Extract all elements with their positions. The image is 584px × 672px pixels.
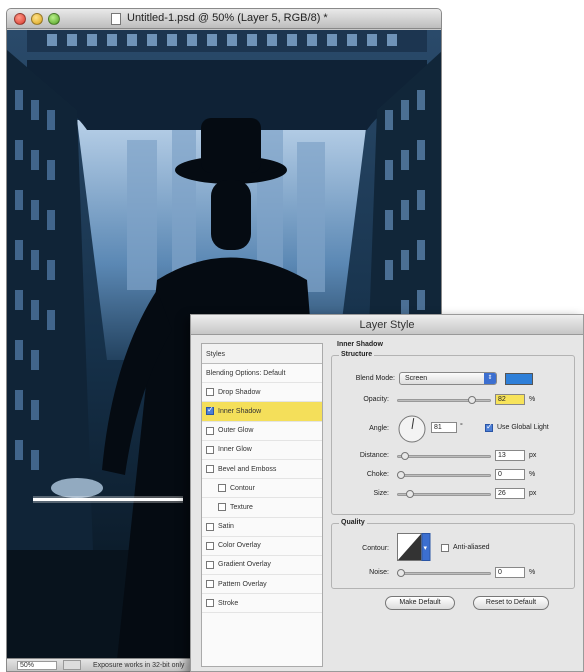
- style-item[interactable]: Color Overlay: [202, 537, 322, 556]
- choke-unit: %: [529, 471, 536, 478]
- document-title: Untitled-1.psd @ 50% (Layer 5, RGB/8) *: [127, 12, 328, 24]
- reset-to-default-button[interactable]: Reset to Default: [473, 596, 549, 610]
- style-item[interactable]: Bevel and Emboss: [202, 460, 322, 480]
- style-checkbox[interactable]: [206, 426, 214, 435]
- use-global-light-label: Use Global Light: [497, 424, 549, 431]
- choke-input[interactable]: 0: [495, 469, 525, 480]
- zoom-field[interactable]: 50%: [17, 661, 57, 670]
- anti-aliased-label: Anti-aliased: [453, 544, 490, 551]
- style-checkbox[interactable]: [206, 541, 214, 550]
- use-global-light-checkbox[interactable]: [485, 422, 493, 432]
- style-item[interactable]: Inner Shadow: [202, 402, 322, 422]
- layer-style-dialog: Layer Style Styles Blending Options: Def…: [190, 314, 584, 672]
- anti-aliased-checkbox[interactable]: [441, 544, 449, 552]
- zoom-window-button[interactable]: [48, 13, 60, 25]
- style-item-label: Satin: [218, 523, 234, 531]
- blend-mode-value: Screen: [405, 375, 428, 382]
- distance-slider[interactable]: [397, 455, 491, 458]
- choke-slider[interactable]: [397, 474, 491, 477]
- opacity-label: Opacity:: [363, 396, 389, 403]
- style-item-label: Stroke: [218, 599, 239, 607]
- angle-label: Angle:: [369, 425, 389, 432]
- document-titlebar[interactable]: Untitled-1.psd @ 50% (Layer 5, RGB/8) *: [7, 9, 441, 29]
- svg-text:▾: ▾: [424, 544, 428, 552]
- style-checkbox[interactable]: [206, 405, 214, 416]
- size-label: Size:: [373, 490, 389, 497]
- status-menu-button[interactable]: [63, 660, 81, 670]
- opacity-slider-thumb[interactable]: [467, 396, 476, 404]
- style-checkbox[interactable]: [206, 580, 214, 589]
- style-item-label: Gradient Overlay: [218, 561, 271, 569]
- angle-unit: °: [460, 423, 463, 430]
- quality-group: [331, 523, 575, 589]
- style-checkbox[interactable]: [206, 522, 214, 531]
- styles-list: Styles Blending Options: Default Drop Sha…: [201, 343, 323, 667]
- minimize-window-button[interactable]: [31, 13, 43, 25]
- size-input[interactable]: 26: [495, 488, 525, 499]
- style-item[interactable]: Satin: [202, 518, 322, 537]
- quality-title: Quality: [339, 519, 367, 526]
- choke-slider-thumb[interactable]: [397, 471, 405, 479]
- close-window-button[interactable]: [14, 13, 26, 25]
- style-checkbox[interactable]: [206, 560, 214, 569]
- opacity-input[interactable]: 82: [495, 394, 525, 405]
- styles-rows: Blending Options: Default Drop Shadow Inne…: [202, 364, 322, 614]
- select-arrows-icon: ⇕: [484, 373, 496, 384]
- angle-input[interactable]: 81: [431, 422, 457, 433]
- style-item[interactable]: Inner Glow: [202, 441, 322, 460]
- style-item[interactable]: Blending Options: Default: [202, 364, 322, 384]
- make-default-button[interactable]: Make Default: [385, 596, 455, 610]
- style-item-label: Texture: [230, 503, 253, 511]
- distance-label: Distance:: [359, 452, 389, 459]
- dialog-title: Layer Style: [359, 319, 415, 331]
- style-checkbox[interactable]: [206, 388, 214, 397]
- choke-label: Choke:: [366, 471, 389, 478]
- style-checkbox[interactable]: [206, 445, 214, 454]
- style-item-label: Inner Shadow: [218, 407, 262, 415]
- style-item[interactable]: Texture: [202, 498, 322, 518]
- noise-unit: %: [529, 569, 536, 576]
- style-item[interactable]: Pattern Overlay: [202, 575, 322, 595]
- noise-label: Noise:: [369, 569, 389, 576]
- inner-shadow-section-title: Inner Shadow: [335, 341, 385, 348]
- style-checkbox[interactable]: [206, 599, 214, 608]
- noise-slider[interactable]: [397, 572, 491, 575]
- size-slider-thumb[interactable]: [405, 490, 414, 498]
- style-item-label: Drop Shadow: [218, 388, 261, 396]
- blend-mode-label: Blend Mode:: [355, 375, 395, 382]
- style-checkbox[interactable]: [218, 484, 226, 493]
- screen: Untitled-1.psd @ 50% (Layer 5, RGB/8) *: [0, 0, 584, 672]
- angle-dial[interactable]: [397, 414, 427, 444]
- style-item-label: Contour: [230, 484, 255, 492]
- style-item-label: Outer Glow: [218, 427, 254, 435]
- opacity-unit: %: [529, 396, 536, 403]
- contour-label: Contour:: [362, 545, 389, 552]
- style-item-label: Blending Options: Default: [206, 369, 286, 377]
- structure-title: Structure: [339, 351, 375, 358]
- style-item[interactable]: Stroke: [202, 594, 322, 614]
- style-item-label: Inner Glow: [218, 446, 252, 454]
- style-item-label: Bevel and Emboss: [218, 465, 277, 473]
- style-item-label: Color Overlay: [218, 542, 261, 550]
- noise-input[interactable]: 0: [495, 567, 525, 578]
- styles-header[interactable]: Styles: [202, 344, 322, 364]
- size-unit: px: [529, 490, 537, 497]
- contour-picker[interactable]: ▾: [397, 533, 431, 561]
- status-info: Exposure works in 32-bit only: [93, 662, 185, 669]
- opacity-slider[interactable]: [397, 399, 491, 402]
- style-item-label: Pattern Overlay: [218, 580, 267, 588]
- style-item[interactable]: Drop Shadow: [202, 383, 322, 403]
- style-checkbox[interactable]: [206, 465, 214, 474]
- style-item[interactable]: Outer Glow: [202, 422, 322, 441]
- noise-slider-thumb[interactable]: [397, 569, 405, 577]
- dialog-titlebar[interactable]: Layer Style: [191, 315, 583, 335]
- style-checkbox[interactable]: [218, 503, 226, 512]
- distance-unit: px: [529, 452, 537, 459]
- document-file-icon: [111, 13, 121, 25]
- style-item[interactable]: Contour: [202, 479, 322, 499]
- shadow-color-swatch[interactable]: [505, 373, 533, 385]
- distance-input[interactable]: 13: [495, 450, 525, 461]
- style-item[interactable]: Gradient Overlay: [202, 556, 322, 576]
- blend-mode-select[interactable]: Screen ⇕: [399, 372, 497, 385]
